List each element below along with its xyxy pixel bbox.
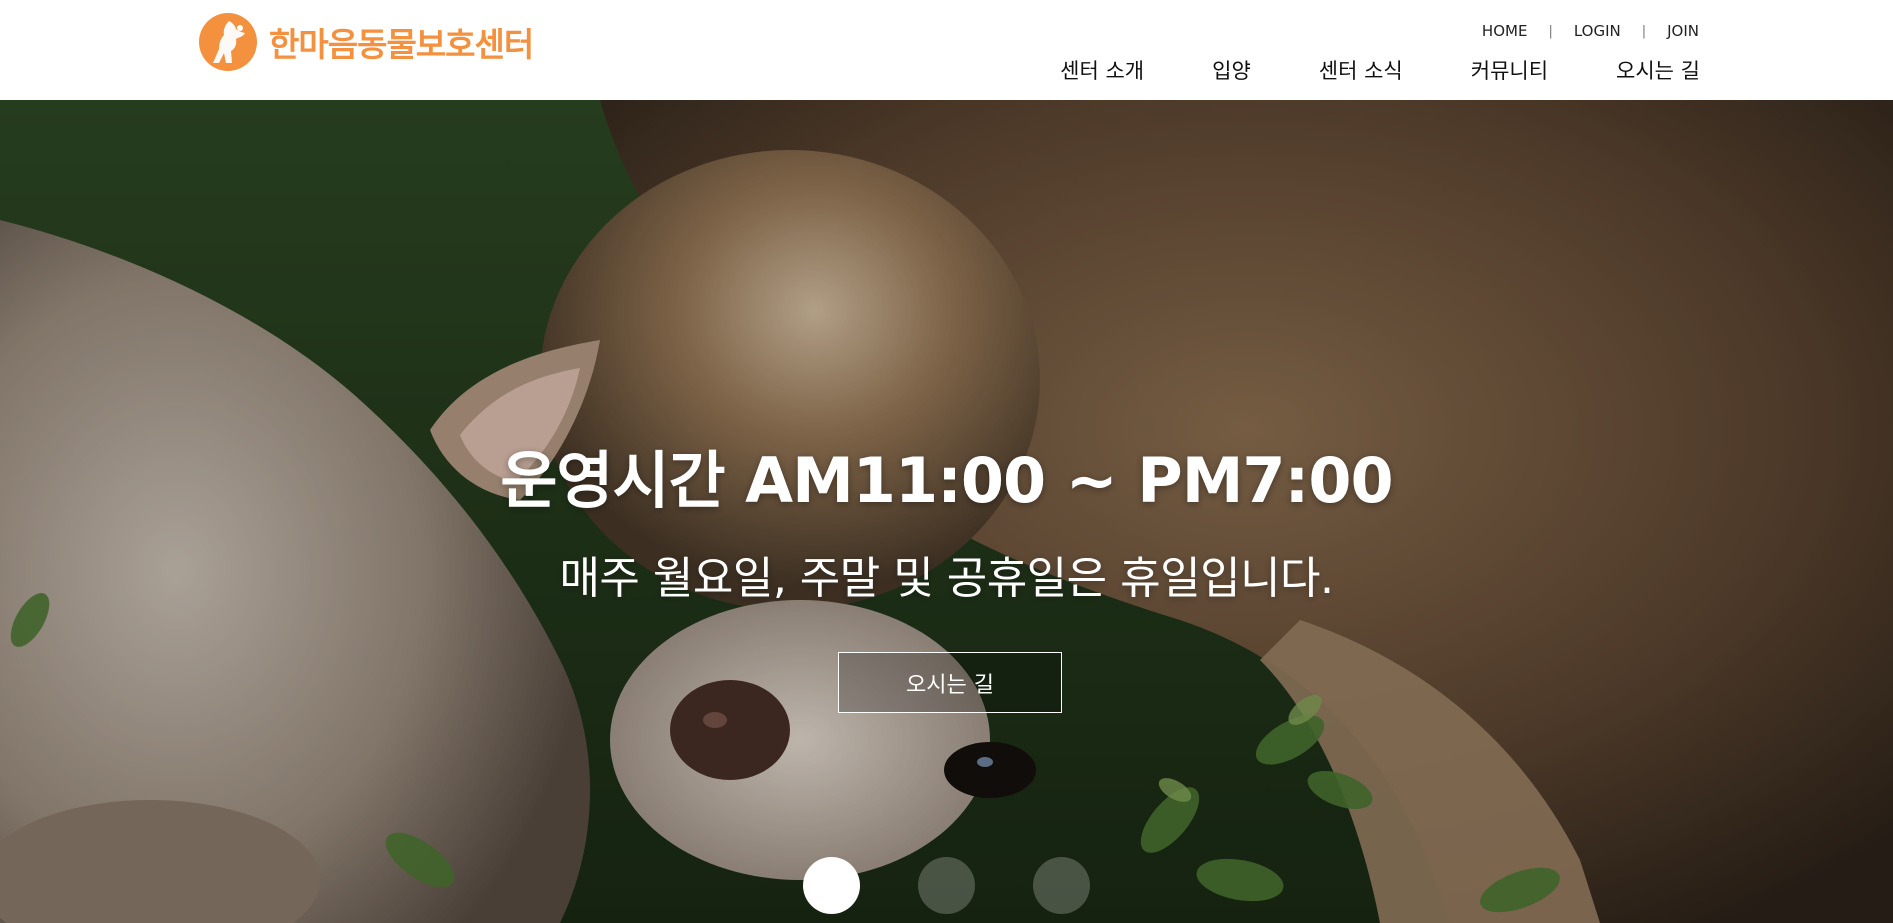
nav-item-directions[interactable]: 오시는 길 xyxy=(1616,55,1700,85)
slide-dot-1[interactable] xyxy=(803,857,860,914)
main-nav: 센터 소개 입양 센터 소식 커뮤니티 오시는 길 xyxy=(1060,55,1700,85)
site-logo[interactable]: 한마음동물보호센터 xyxy=(199,12,534,72)
join-link[interactable]: JOIN xyxy=(1667,22,1699,40)
util-separator: | xyxy=(1548,23,1553,39)
slide-dot-3[interactable] xyxy=(1033,857,1090,914)
nav-item-community[interactable]: 커뮤니티 xyxy=(1471,55,1548,85)
directions-button[interactable]: 오시는 길 xyxy=(838,652,1062,713)
nav-item-adoption[interactable]: 입양 xyxy=(1212,55,1251,85)
util-separator: | xyxy=(1641,23,1647,39)
slider-pagination xyxy=(0,857,1893,914)
slide-dot-2[interactable] xyxy=(918,857,975,914)
login-link[interactable]: LOGIN xyxy=(1574,22,1621,40)
nav-item-center-news[interactable]: 센터 소식 xyxy=(1319,55,1403,85)
home-link[interactable]: HOME xyxy=(1482,22,1528,40)
hero-subtitle: 매주 월요일, 주말 및 공휴일은 휴일입니다. xyxy=(559,553,1334,604)
logo-text: 한마음동물보호센터 xyxy=(269,25,534,64)
logo-emblem-icon xyxy=(199,13,257,71)
utility-nav: HOME | LOGIN | JOIN xyxy=(1482,20,1699,42)
hero-slider: 운영시간 AM11:00 ~ PM7:00 매주 월요일, 주말 및 공휴일은 … xyxy=(0,100,1893,923)
site-header: 한마음동물보호센터 HOME | LOGIN | JOIN 센터 소개 입양 센… xyxy=(0,0,1893,100)
nav-item-center-intro[interactable]: 센터 소개 xyxy=(1060,55,1144,85)
hero-title: 운영시간 AM11:00 ~ PM7:00 xyxy=(500,444,1393,517)
